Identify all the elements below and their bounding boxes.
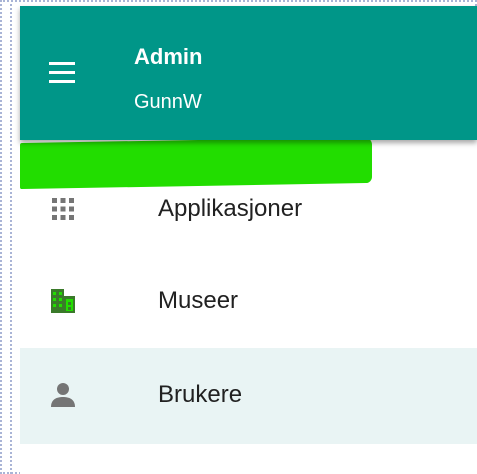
drawer-header: Admin GunnW: [20, 6, 477, 140]
nav-item-label: Applikasjoner: [158, 195, 303, 222]
hamburger-menu-icon: [49, 62, 75, 83]
menu-button[interactable]: [48, 59, 78, 87]
apps-grid-icon: [52, 198, 74, 220]
navigation-drawer: Admin GunnW Applikasjoner Museer Brukere: [20, 6, 477, 474]
user-role-title: Admin: [134, 44, 203, 69]
dotted-guide-line: [10, 4, 12, 474]
building-icon: [51, 289, 75, 313]
nav-item-brukere[interactable]: Brukere: [20, 348, 477, 444]
nav-item-museer[interactable]: Museer: [20, 254, 477, 350]
nav-item-label: Brukere: [158, 381, 243, 408]
person-icon: [51, 383, 75, 407]
nav-item-applikasjoner[interactable]: Applikasjoner: [20, 162, 477, 258]
username-subtitle: GunnW: [134, 91, 202, 113]
nav-item-label: Museer: [158, 287, 239, 314]
